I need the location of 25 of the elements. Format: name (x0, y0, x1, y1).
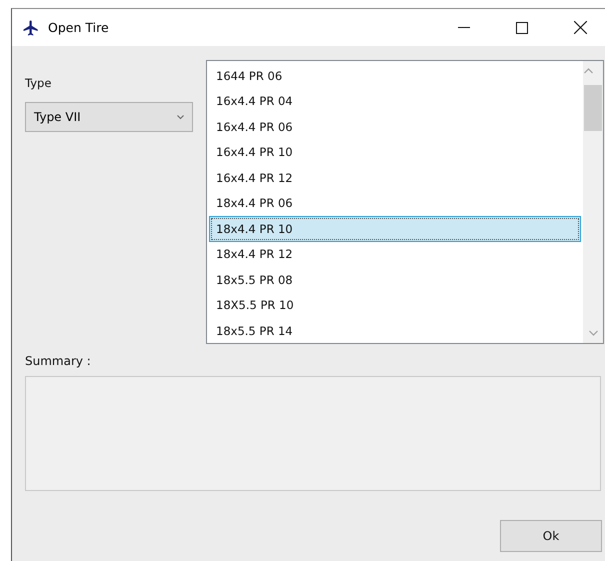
type-dropdown[interactable]: Type VII (25, 102, 193, 132)
tire-list-item[interactable]: 1644 PR 06 (209, 63, 581, 88)
tire-list-item[interactable]: 18x4.4 PR 06 (209, 190, 581, 216)
scrollbar-thumb[interactable] (584, 85, 602, 131)
tire-list-item[interactable]: 18x4.4 PR 10 (209, 216, 581, 242)
maximize-icon (516, 22, 528, 34)
minimize-icon (458, 26, 470, 28)
close-icon (574, 21, 586, 34)
tire-list-item[interactable]: 18x5.5 PR 14 (209, 318, 581, 343)
type-label: Type (25, 76, 52, 90)
window-title: Open Tire (48, 20, 110, 35)
tire-list-item[interactable]: 16x4.4 PR 04 (209, 88, 581, 114)
tire-list-item[interactable]: 18X5.5 PR 10 (209, 292, 581, 318)
scroll-down-icon[interactable] (588, 330, 598, 336)
tire-list-item[interactable]: 16x4.4 PR 12 (209, 165, 581, 190)
summary-label: Summary : (25, 354, 92, 368)
scrollbar[interactable] (583, 61, 603, 343)
chevron-down-icon (177, 114, 184, 120)
tire-list-item[interactable]: 18x5.5 PR 08 (209, 267, 581, 292)
airplane-icon (22, 18, 40, 36)
tire-list-item[interactable]: 16x4.4 PR 06 (209, 114, 581, 140)
tire-list-item[interactable]: 18x4.4 PR 12 (209, 242, 581, 267)
ok-button[interactable]: Ok (500, 520, 602, 552)
scroll-up-icon[interactable] (584, 68, 593, 74)
tire-list-item[interactable]: 16x4.4 PR 10 (209, 140, 581, 165)
